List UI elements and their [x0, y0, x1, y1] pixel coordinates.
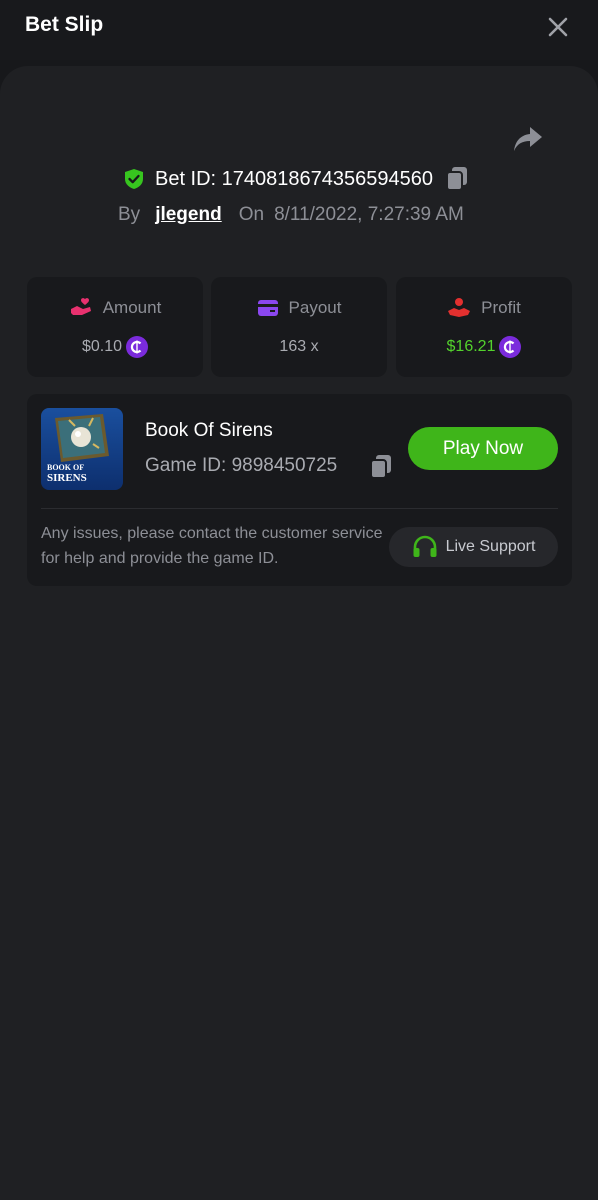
on-label: On	[238, 204, 265, 225]
coin-icon	[126, 336, 149, 358]
close-icon[interactable]	[545, 14, 571, 40]
payout-card: Payout 163 x	[211, 277, 387, 377]
copy-icon[interactable]	[445, 166, 469, 192]
play-now-button[interactable]: Play Now	[408, 427, 558, 470]
game-card: BOOK OF SIRENS Book Of Sirens Game ID: 9…	[27, 394, 572, 586]
shield-check-icon	[124, 169, 143, 189]
live-support-label: Live Support	[445, 538, 536, 555]
header-bar: Bet Slip	[0, 0, 598, 60]
share-icon[interactable]	[512, 124, 544, 154]
thumbnail-caption-1: BOOK OF	[47, 463, 85, 472]
amount-value: $0.10	[81, 338, 123, 355]
page-title: Bet Slip	[25, 13, 104, 36]
hand-heart-icon	[70, 298, 91, 315]
payout-label: Payout	[288, 298, 342, 317]
bet-id-text: Bet ID: 1740818674356594560	[154, 167, 434, 190]
game-name: Book Of Sirens	[145, 420, 273, 441]
thumbnail-caption-2: SIRENS	[47, 472, 87, 484]
game-id-text: Game ID: 9898450725	[145, 455, 338, 476]
bet-date: 8/11/2022, 7:27:39 AM	[274, 204, 464, 225]
by-label: By	[118, 204, 141, 225]
bet-author-row: By jlegend On 8/11/2022, 7:27:39 AM	[118, 202, 464, 228]
support-help-text: Any issues, please contact the customer …	[41, 525, 383, 567]
profit-label: Profit	[481, 298, 521, 317]
username-link[interactable]: jlegend	[155, 204, 222, 226]
bet-id-row: Bet ID: 1740818674356594560	[0, 163, 598, 195]
amount-label: Amount	[102, 298, 162, 317]
bet-slip-panel	[0, 66, 598, 1200]
headset-icon	[413, 535, 437, 557]
live-support-button[interactable]: Live Support	[389, 527, 558, 567]
game-thumbnail[interactable]: BOOK OF SIRENS	[41, 408, 123, 490]
profit-value: $16.21	[446, 338, 496, 355]
divider	[41, 508, 558, 509]
copy-icon[interactable]	[369, 454, 393, 480]
hand-user-icon	[448, 298, 471, 317]
amount-card: Amount $0.10	[27, 277, 203, 377]
coin-icon	[499, 336, 522, 358]
profit-card: Profit $16.21	[396, 277, 572, 377]
payout-value: 163 x	[279, 338, 319, 355]
card-icon	[257, 300, 278, 316]
